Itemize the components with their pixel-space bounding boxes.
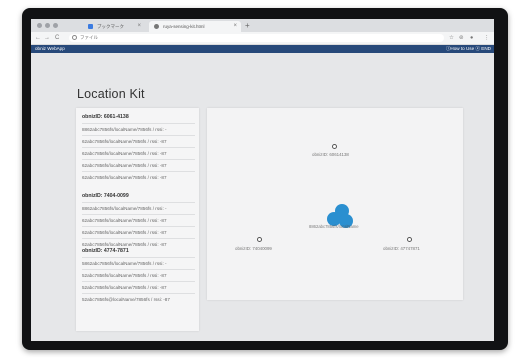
beacon-marker-1 xyxy=(332,144,337,149)
menu-icon[interactable]: ⋮ xyxy=(484,34,490,42)
tab-label: ブックマーク xyxy=(97,24,124,29)
app-header: obniz WebApp ⓘHow to Use ⓧ END xyxy=(31,45,494,53)
list-item: 52abc7856fs@localName/7856fs / rssi: -87 xyxy=(82,293,195,305)
list-item: 52abc7856fs/localName/7856fs / rssi: -87 xyxy=(82,281,195,293)
reload-button[interactable]: C xyxy=(55,33,59,43)
window-zoom-dot[interactable] xyxy=(53,23,58,28)
tab-label: ruya-sensing-kit.html xyxy=(163,24,205,29)
beacon-marker-3 xyxy=(407,237,412,242)
list-item: 62abc7856fs/localName/7856fs / rssi: -87 xyxy=(82,135,195,147)
back-button[interactable]: ← xyxy=(35,33,41,43)
list-item: 62abc7856fs/localName/7856fs / rssi: -87 xyxy=(82,147,195,159)
device-group: obnizID: 6061-4138 8862abc7856fs/localNa… xyxy=(82,112,195,183)
tab-strip: ブックマーク × ruya-sensing-kit.html × + xyxy=(31,19,494,32)
bookmark-star-icon[interactable]: ☆ xyxy=(449,34,454,42)
browser-toolbar: ← → C ファイル ☆ ⊚ ● ⋮ xyxy=(31,32,494,45)
list-item: 52abc7856fs/localName/7856fs / rssi: -87 xyxy=(82,269,195,281)
list-item: 5862abc7856fs/localName/7856fs / rssi: - xyxy=(82,257,195,269)
close-icon[interactable]: × xyxy=(233,21,237,32)
device-id: obnizID: 7404-0099 xyxy=(82,193,129,199)
list-item: 8862abc7856fs/localName/7856fs / rssi: - xyxy=(82,123,195,135)
new-tab-button[interactable]: + xyxy=(245,20,250,31)
extension-icon[interactable]: ⊚ xyxy=(459,34,464,42)
page-title: Location Kit xyxy=(77,87,145,101)
tab-bookmarks[interactable]: ブックマーク × xyxy=(83,21,145,32)
header-links[interactable]: ⓘHow to Use ⓧ END xyxy=(446,45,491,53)
list-item: 62abc7856fs/localName/7856fs / rssi: -87 xyxy=(82,159,195,171)
beacon-marker-2 xyxy=(257,237,262,242)
tab-current[interactable]: ruya-sensing-kit.html × xyxy=(149,21,241,32)
window-close-dot[interactable] xyxy=(37,23,42,28)
device-list-panel: obnizID: 6061-4138 8862abc7856fs/localNa… xyxy=(76,108,199,331)
account-icon[interactable]: ● xyxy=(470,34,473,42)
beacon-label-3: obnizID: 47747871 xyxy=(383,246,420,251)
globe-icon xyxy=(154,24,159,29)
list-item: 62abc7856fs/localName/7856fs / rssi: -87 xyxy=(82,214,195,226)
list-item: 62abc7856fs/localName/7856fs / rssi: -87 xyxy=(82,226,195,238)
device-id: obnizID: 4774-7871 xyxy=(82,248,129,254)
location-map: obnizID: 60614138 obnizID: 74040099 obni… xyxy=(207,108,463,300)
forward-button[interactable]: → xyxy=(44,33,50,43)
device-group: obnizID: 4774-7871 5862abc7856fs/localNa… xyxy=(82,246,195,305)
app-brand: obniz WebApp xyxy=(35,46,65,51)
info-icon[interactable] xyxy=(72,35,77,40)
beacon-label-2: obnizID: 74040099 xyxy=(235,246,272,251)
list-item: 62abc7856fs/localName/7856fs / rssi: -87 xyxy=(82,171,195,183)
tag-label: 8862abc7856fs/localName xyxy=(309,224,359,229)
star-icon xyxy=(88,24,93,29)
device-id: obnizID: 6061-4138 xyxy=(82,114,129,120)
device-group: obnizID: 7404-0099 8862abc7856fs/localNa… xyxy=(82,191,195,250)
list-item: 8862abc7856fs/localName/7856fs / rssi: - xyxy=(82,202,195,214)
window-minimize-dot[interactable] xyxy=(45,23,50,28)
address-bar[interactable]: ファイル xyxy=(69,34,444,42)
address-text: ファイル xyxy=(80,35,98,40)
beacon-label-1: obnizID: 60614138 xyxy=(312,152,349,157)
close-icon[interactable]: × xyxy=(137,21,141,32)
